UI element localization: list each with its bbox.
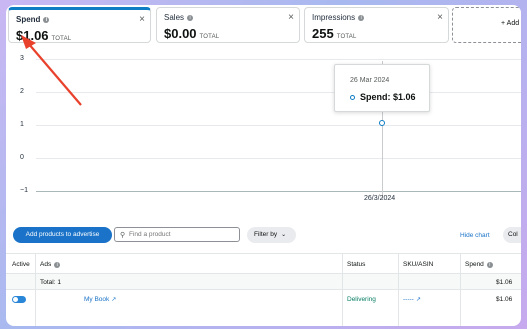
gridline bbox=[36, 125, 521, 126]
table-header-row: Active Ads i Status SKU/ASIN Spend i bbox=[6, 253, 521, 274]
header-ads[interactable]: Ads bbox=[40, 261, 51, 268]
gridline bbox=[36, 158, 521, 159]
chevron-down-icon: ⌄ bbox=[281, 232, 287, 238]
search-input[interactable] bbox=[129, 229, 234, 240]
ad-name-link[interactable]: My Book bbox=[84, 296, 109, 303]
y-tick-label: −1 bbox=[20, 187, 28, 194]
external-link-icon[interactable]: ↗ bbox=[111, 297, 116, 303]
header-spend[interactable]: Spend bbox=[465, 261, 484, 268]
header-active[interactable]: Active bbox=[12, 261, 30, 268]
filter-label: Filter by bbox=[254, 231, 278, 238]
gridline bbox=[36, 191, 521, 192]
add-products-button[interactable]: Add products to advertise bbox=[13, 227, 112, 243]
header-status[interactable]: Status bbox=[347, 261, 365, 268]
total-row: Total: 1 $1.06 bbox=[6, 273, 521, 290]
total-label: Total: 1 bbox=[40, 279, 61, 286]
active-toggle[interactable] bbox=[12, 296, 26, 303]
row-spend: $1.06 bbox=[496, 296, 513, 303]
external-link-icon[interactable]: ↗ bbox=[416, 297, 421, 303]
search-box[interactable]: ⚲ bbox=[114, 227, 240, 242]
annotation-arrow bbox=[21, 35, 82, 106]
search-icon: ⚲ bbox=[120, 232, 126, 239]
sku-link[interactable]: ----- bbox=[403, 296, 414, 303]
filter-button[interactable]: Filter by ⌄ bbox=[247, 227, 296, 243]
table-row: My Book ↗ Delivering ----- ↗ $1.06 bbox=[6, 289, 521, 310]
column-divider bbox=[398, 253, 399, 326]
info-icon[interactable]: i bbox=[54, 262, 61, 268]
ads-table: Active Ads i Status SKU/ASIN Spend i Total… bbox=[6, 253, 521, 326]
column-divider bbox=[342, 253, 343, 326]
column-divider bbox=[35, 253, 36, 326]
header-sku[interactable]: SKU/ASIN bbox=[403, 261, 433, 268]
hide-chart-link[interactable]: Hide chart bbox=[460, 232, 490, 239]
total-spend: $1.06 bbox=[496, 279, 513, 286]
info-icon[interactable]: i bbox=[486, 262, 493, 268]
x-tick-label: 26/3/2024 bbox=[364, 195, 396, 202]
column-divider bbox=[460, 253, 461, 326]
columns-button[interactable]: Col bbox=[503, 227, 521, 243]
app-frame: Spend i × $1.06 TOTAL Sales i × $0.00 TOTAL … bbox=[6, 5, 521, 326]
table-toolbar: Add products to advertise ⚲ Filter by⌄ H… bbox=[6, 223, 521, 249]
status-text: Delivering bbox=[347, 296, 376, 303]
y-tick-label: 0 bbox=[20, 154, 24, 161]
